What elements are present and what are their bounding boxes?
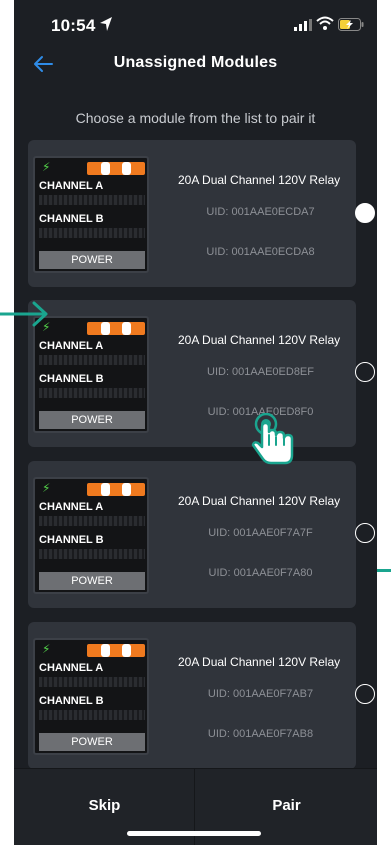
module-orange-bar (87, 483, 145, 496)
module-stripe (39, 355, 145, 365)
module-stripe (39, 195, 145, 205)
module-image: ⚡ CHANNEL A CHANNEL B POWER (33, 638, 149, 755)
module-name: 20A Dual Channel 120V Relay (178, 173, 341, 187)
module-uid-b: UID: 001AAE0ECDA8 (206, 246, 315, 258)
module-switch (101, 162, 110, 175)
module-image: ⚡ CHANNEL A CHANNEL B POWER (33, 156, 149, 273)
status-time: 10:54 (51, 16, 96, 35)
module-switch (101, 644, 110, 657)
module-stripe (39, 549, 145, 559)
channel-b-label: CHANNEL B (39, 534, 104, 546)
instruction-text: Choose a module from the list to pair it (75, 110, 316, 126)
module-switch (101, 322, 110, 335)
module-card[interactable]: ⚡ CHANNEL A CHANNEL B POWER 20A Dual Cha… (28, 300, 356, 447)
module-stripe (39, 710, 145, 720)
wifi-icon (316, 16, 334, 30)
module-card[interactable]: ⚡ CHANNEL A CHANNEL B POWER 20A Dual Cha… (28, 622, 356, 769)
cellular-signal-icon (294, 19, 312, 31)
module-stripe (39, 516, 145, 526)
module-orange-bar (87, 162, 145, 175)
nav-bar: Unassigned Modules (14, 46, 377, 82)
channel-a-label: CHANNEL A (39, 180, 104, 192)
module-uid-a: UID: 001AAE0ED8EF (207, 366, 314, 378)
module-name: 20A Dual Channel 120V Relay (178, 333, 341, 347)
lightning-bolt-icon: ⚡ (42, 481, 51, 495)
module-stripe (39, 388, 145, 398)
module-uid-b: UID: 001AAE0F7A80 (208, 567, 313, 579)
battery-charging-icon (338, 18, 364, 31)
tap-pointer-icon (251, 413, 294, 465)
module-select-radio[interactable] (355, 362, 375, 382)
module-orange-bar (87, 322, 145, 335)
module-image: ⚡ CHANNEL A CHANNEL B POWER (33, 477, 149, 594)
module-name: 20A Dual Channel 120V Relay (178, 655, 341, 669)
module-card[interactable]: ⚡ CHANNEL A CHANNEL B POWER 20A Dual Cha… (28, 461, 356, 608)
module-image: ⚡ CHANNEL A CHANNEL B POWER (33, 316, 149, 433)
channel-a-label: CHANNEL A (39, 340, 104, 352)
module-uid-b: UID: 001AAE0F7AB8 (207, 728, 314, 740)
channel-a-label: CHANNEL A (39, 501, 104, 513)
module-switch (122, 483, 131, 496)
power-label: POWER (39, 572, 145, 590)
power-label: POWER (39, 411, 145, 429)
module-switch (122, 644, 131, 657)
module-stripe (39, 677, 145, 687)
channel-b-label: CHANNEL B (39, 695, 104, 707)
module-uid-a: UID: 001AAE0F7AB7 (207, 688, 314, 700)
lightning-bolt-icon: ⚡ (42, 160, 51, 174)
module-select-radio[interactable] (355, 203, 375, 223)
status-bar: 10:54 (14, 0, 377, 46)
page-title: Unassigned Modules (113, 54, 278, 71)
module-select-radio[interactable] (355, 684, 375, 704)
power-label: POWER (39, 733, 145, 751)
module-stripe (39, 228, 145, 238)
home-indicator[interactable] (127, 831, 261, 836)
module-name: 20A Dual Channel 120V Relay (178, 494, 341, 508)
channel-b-label: CHANNEL B (39, 373, 104, 385)
module-uid-a: UID: 001AAE0F7A7F (208, 527, 313, 539)
module-orange-bar (87, 644, 145, 657)
phone-screen: 10:54 Unassigned Modules Choose a module… (14, 0, 377, 845)
channel-b-label: CHANNEL B (39, 213, 104, 225)
location-arrow-icon (100, 17, 112, 31)
module-switch (122, 322, 131, 335)
arrow-right-icon (0, 301, 48, 327)
module-uid-a: UID: 001AAE0ECDA7 (206, 206, 315, 218)
channel-a-label: CHANNEL A (39, 662, 104, 674)
lightning-bolt-icon: ⚡ (42, 642, 51, 656)
module-switch (101, 483, 110, 496)
indicator-dash (377, 569, 391, 572)
module-card[interactable]: ⚡ CHANNEL A CHANNEL B POWER 20A Dual Cha… (28, 140, 356, 287)
module-switch (122, 162, 131, 175)
module-select-radio[interactable] (355, 523, 375, 543)
power-label: POWER (39, 251, 145, 269)
